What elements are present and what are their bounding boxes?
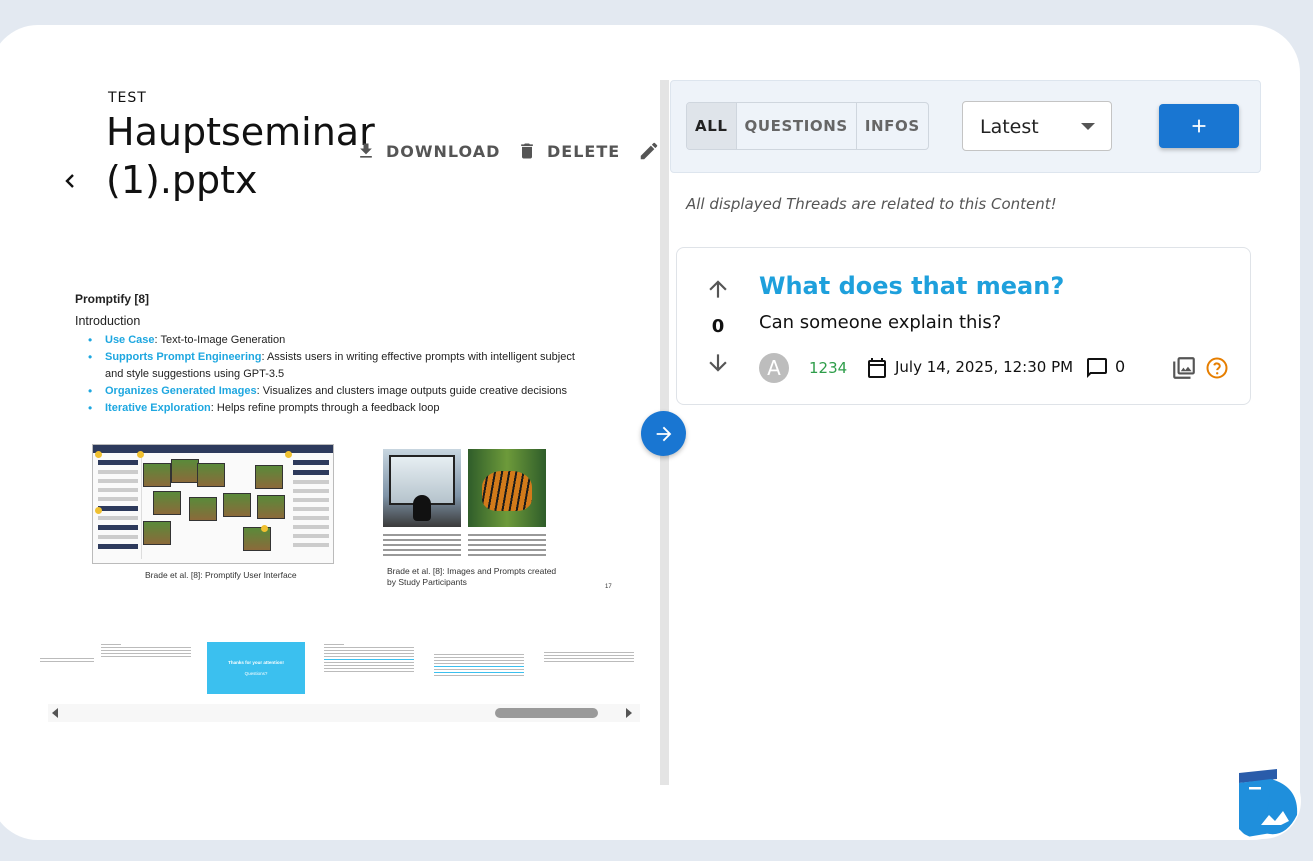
- tiger-image: [468, 449, 546, 527]
- plus-icon: [1192, 119, 1206, 133]
- slide-subtitle: Introduction: [75, 314, 141, 328]
- avatar[interactable]: A: [759, 353, 789, 383]
- thread-filter-group: ALL QUESTIONS INFOS: [686, 102, 929, 150]
- scroll-left-icon[interactable]: [52, 708, 58, 718]
- download-label: DOWNLOAD: [386, 141, 501, 161]
- slide-thumbnail[interactable]: [320, 642, 418, 694]
- filter-infos[interactable]: INFOS: [857, 103, 928, 149]
- arrow-down-icon: [709, 354, 727, 372]
- trash-icon: [521, 143, 533, 159]
- content-pane: TEST Hauptseminar (1).pptx DOWNLOAD DELE…: [0, 0, 660, 861]
- calendar-icon: [868, 358, 886, 378]
- promptify-ui-figure: [92, 444, 334, 564]
- comment-icon: [1087, 358, 1107, 378]
- caret-down-icon: [1081, 123, 1095, 130]
- thread-date: July 14, 2025, 12:30 PM: [895, 358, 1074, 376]
- add-thread-button[interactable]: [1159, 104, 1239, 148]
- thread-card[interactable]: 0 What does that mean? Can someone expla…: [676, 247, 1251, 405]
- download-button[interactable]: DOWNLOAD: [356, 138, 500, 164]
- cat-image: [383, 449, 461, 527]
- mascot-logo-icon: [1239, 769, 1298, 837]
- downvote-button[interactable]: [705, 350, 731, 381]
- back-button[interactable]: [56, 167, 84, 195]
- prompt-text-right: [468, 531, 546, 559]
- filter-questions[interactable]: QUESTIONS: [737, 103, 857, 149]
- images-icon[interactable]: [1171, 355, 1197, 381]
- download-icon: [360, 143, 372, 158]
- slide-title: Promptify [8]: [75, 292, 150, 306]
- sort-select[interactable]: Latest: [962, 101, 1112, 151]
- arrow-up-icon: [709, 280, 727, 298]
- chevron-left-icon: [65, 174, 74, 188]
- slide-thumbnail-strip: Thanks for your attention! Questions?: [40, 640, 640, 696]
- slide-bullet: Use Case: Text-to-Image Generation: [88, 332, 578, 349]
- thread-title[interactable]: What does that mean?: [759, 272, 1064, 300]
- collapse-pane-button[interactable]: [641, 411, 686, 456]
- filter-all[interactable]: ALL: [687, 103, 737, 149]
- slide-bullet: Iterative Exploration: Helps refine prom…: [88, 400, 578, 417]
- course-label: TEST: [108, 90, 147, 106]
- slide-bullet: Organizes Generated Images: Visualizes a…: [88, 383, 578, 400]
- sort-value: Latest: [980, 116, 1039, 138]
- scroll-right-icon[interactable]: [626, 708, 632, 718]
- slide-thumbnail[interactable]: [540, 642, 638, 694]
- slide-thumbnail[interactable]: [430, 642, 528, 694]
- edit-button[interactable]: [638, 138, 660, 164]
- scrollbar-thumb[interactable]: [495, 708, 598, 718]
- thread-body: Can someone explain this?: [759, 312, 1002, 333]
- slide-thumbnail[interactable]: [97, 642, 195, 694]
- thread-meta: A 1234 July 14, 2025, 12:30 PM 0: [759, 352, 1239, 384]
- thumbnail-scrollbar[interactable]: [48, 704, 640, 722]
- figure-caption-left: Brade et al. [8]: Promptify User Interfa…: [145, 570, 297, 580]
- delete-label: DELETE: [547, 141, 621, 161]
- threads-note: All displayed Threads are related to thi…: [686, 195, 1057, 213]
- upvote-button[interactable]: [705, 276, 731, 307]
- slide-thumbnail-active[interactable]: Thanks for your attention! Questions?: [207, 642, 305, 694]
- slide-bullet: Supports Prompt Engineering: Assists use…: [88, 349, 578, 383]
- slide-thumbnail[interactable]: [40, 642, 98, 694]
- threads-toolbar: ALL QUESTIONS INFOS Latest: [670, 80, 1261, 173]
- slide-bullets: Use Case: Text-to-Image Generation Suppo…: [88, 332, 578, 417]
- question-icon: [1206, 357, 1228, 379]
- app-logo[interactable]: [1225, 763, 1301, 839]
- author-score: 1234: [809, 359, 848, 377]
- prompt-text-left: [383, 531, 461, 559]
- vote-count: 0: [711, 316, 725, 337]
- slide-preview: Promptify [8] Introduction Use Case: Tex…: [60, 286, 630, 596]
- delete-button[interactable]: DELETE: [517, 138, 620, 164]
- arrow-right-icon: [656, 426, 671, 441]
- comment-count: 0: [1115, 357, 1126, 376]
- figure-caption-right: Brade et al. [8]: Images and Prompts cre…: [387, 566, 557, 587]
- slide-page-number: 17: [605, 584, 612, 590]
- page-title: Hauptseminar (1).pptx: [106, 110, 375, 202]
- pencil-icon: [640, 142, 658, 160]
